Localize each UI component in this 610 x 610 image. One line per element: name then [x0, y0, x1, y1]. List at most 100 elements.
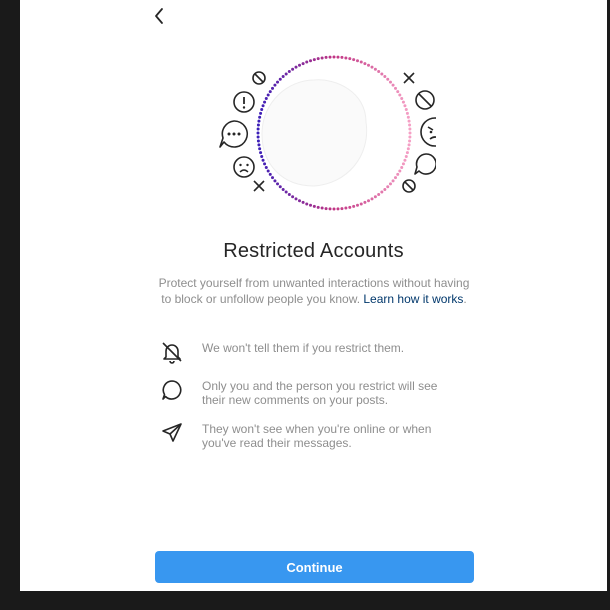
page-title: Restricted Accounts — [223, 240, 404, 262]
ring-dot — [380, 72, 384, 76]
ring-dot — [336, 207, 340, 211]
ring-dot — [408, 123, 412, 127]
description-suffix: . — [463, 292, 467, 306]
chevron-left-icon — [155, 8, 163, 24]
profile-placeholder — [261, 79, 368, 187]
ring-dot — [393, 176, 397, 180]
ring-dot — [373, 195, 377, 199]
ring-dot — [258, 115, 262, 119]
ring-dot — [383, 187, 387, 191]
ring-dot — [388, 182, 392, 186]
ring-dot — [276, 182, 280, 186]
ring-dot — [400, 166, 404, 169]
ring-dot — [268, 172, 272, 176]
ring-dot — [298, 63, 301, 67]
ring-dot — [312, 204, 316, 208]
ring-dot — [383, 75, 387, 79]
ring-dot — [316, 205, 320, 209]
ring-dot — [403, 158, 407, 162]
ring-dot — [273, 83, 277, 87]
ring-dot — [273, 179, 277, 183]
ring-dot — [398, 93, 402, 97]
ring-dot — [370, 197, 374, 201]
ring-dot — [256, 131, 260, 135]
ring-dot — [305, 60, 309, 64]
ring-dot — [266, 93, 270, 97]
ring-dot — [301, 62, 305, 66]
ring-dot — [405, 111, 409, 115]
ring-dot — [332, 207, 336, 211]
ring-dot — [259, 111, 263, 115]
block-icon — [252, 71, 266, 85]
restricted-accounts-screen: Restricted Accounts Protect yourself fro… — [20, 0, 607, 591]
ring-dot — [408, 139, 412, 143]
ring-dot — [407, 143, 411, 147]
ring-dot — [355, 59, 359, 63]
ring-dot — [266, 169, 270, 173]
ring-dot — [406, 147, 410, 151]
ring-dot — [408, 135, 412, 139]
ring-dot — [400, 97, 404, 100]
feature-item: Only you and the person you restrict wil… — [160, 378, 460, 412]
ring-dot — [328, 55, 332, 59]
ring-dot — [263, 162, 267, 166]
ring-dot — [278, 185, 282, 189]
back-button[interactable] — [148, 4, 172, 28]
feature-text: They won't see when you're online or whe… — [202, 422, 432, 450]
ring-dot — [261, 104, 265, 108]
ring-dot — [259, 151, 263, 155]
ring-dot — [260, 108, 264, 112]
ring-dot — [316, 57, 320, 61]
ring-dot — [294, 197, 298, 201]
ring-dot — [380, 190, 384, 194]
ring-dot — [336, 55, 340, 59]
ring-dot — [268, 90, 272, 94]
ring-dot — [263, 100, 267, 104]
ring-dot — [359, 202, 363, 206]
typing-bubble-icon — [219, 120, 249, 148]
ring-dot — [328, 207, 332, 211]
ring-dot — [391, 83, 395, 87]
ring-dot — [324, 207, 328, 211]
ring-dot — [256, 139, 260, 143]
close-icon — [403, 72, 415, 84]
ring-dot — [407, 119, 411, 123]
ring-dot — [344, 56, 348, 60]
ring-dot — [340, 55, 344, 59]
ring-dot — [284, 72, 288, 76]
ring-dot — [305, 202, 309, 206]
ring-dot — [278, 77, 282, 81]
ring-dot — [352, 204, 356, 208]
ring-dot — [281, 187, 285, 191]
ring-dot — [260, 154, 264, 158]
ring-dot — [281, 75, 285, 79]
ring-dot — [324, 55, 328, 59]
block-icon — [402, 179, 416, 193]
ring-dot — [287, 70, 291, 74]
ring-dot — [348, 57, 352, 61]
learn-how-link[interactable]: Learn how it works — [363, 292, 463, 306]
ring-dot — [377, 70, 381, 74]
ring-dot — [363, 200, 367, 204]
ring-dot — [348, 205, 352, 209]
ring-dot — [388, 80, 392, 84]
ring-dot — [271, 86, 275, 90]
ring-dot — [320, 56, 324, 60]
comment-bubble-icon — [162, 380, 182, 400]
ring-dot — [309, 59, 313, 63]
ring-dot — [403, 104, 407, 108]
ring-dot — [258, 147, 262, 151]
ring-dot — [386, 77, 390, 81]
feature-text: Only you and the person you restrict wil… — [202, 379, 438, 407]
sad-face-icon — [233, 156, 255, 178]
ring-dot — [312, 58, 316, 62]
ring-dot — [287, 192, 291, 196]
ring-dot — [291, 195, 295, 199]
ring-dot — [393, 86, 397, 90]
ring-dot — [363, 62, 367, 66]
continue-button[interactable]: Continue — [155, 551, 474, 583]
ring-dot — [367, 199, 370, 203]
ring-dot — [352, 58, 356, 62]
ring-dot — [291, 67, 295, 71]
ring-dot — [404, 154, 408, 158]
